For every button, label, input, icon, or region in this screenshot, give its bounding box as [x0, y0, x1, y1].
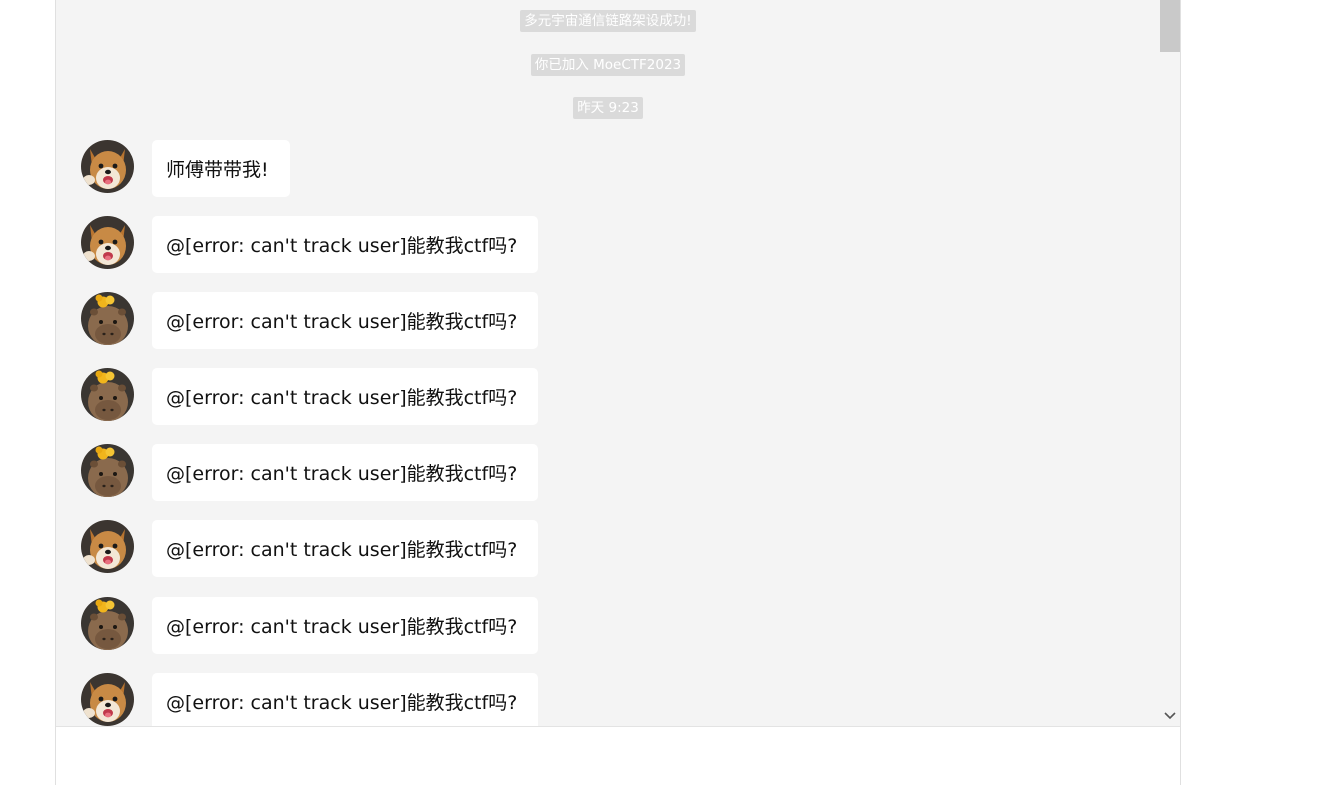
message-bubble[interactable]: @[error: can't track user]能教我ctf吗?: [152, 368, 539, 425]
message-bubble[interactable]: 师傅带带我!: [152, 140, 290, 197]
message-text: @[error: can't track user]能教我ctf吗?: [166, 387, 518, 409]
chevron-down-icon[interactable]: [1160, 706, 1180, 726]
capybara-avatar[interactable]: [81, 444, 134, 497]
shiba-avatar[interactable]: [81, 216, 134, 269]
message-bubble[interactable]: @[error: can't track user]能教我ctf吗?: [152, 597, 539, 654]
message-bubble[interactable]: @[error: can't track user]能教我ctf吗?: [152, 520, 539, 577]
timestamp: 昨天 9:23: [56, 97, 1160, 119]
capybara-avatar[interactable]: [81, 597, 134, 650]
system-notice: 你已加入 MoeCTF2023: [56, 54, 1160, 76]
system-notice-text: 多元宇宙通信链路架设成功!: [520, 10, 696, 32]
chat-window: 多元宇宙通信链路架设成功! 你已加入 MoeCTF2023 昨天 9:23 师傅…: [55, 0, 1181, 785]
capybara-avatar[interactable]: [81, 292, 134, 345]
message-bubble[interactable]: @[error: can't track user]能教我ctf吗?: [152, 444, 539, 501]
message-text: @[error: can't track user]能教我ctf吗?: [166, 235, 518, 257]
message-bubble[interactable]: @[error: can't track user]能教我ctf吗?: [152, 673, 539, 726]
timestamp-text: 昨天 9:23: [573, 97, 643, 119]
message-text: 师傅带带我!: [166, 159, 269, 181]
scrollbar[interactable]: [1160, 0, 1180, 726]
message-text: @[error: can't track user]能教我ctf吗?: [166, 539, 518, 561]
message-input[interactable]: [56, 726, 1180, 785]
message-text: @[error: can't track user]能教我ctf吗?: [166, 692, 518, 714]
message-list[interactable]: 多元宇宙通信链路架设成功! 你已加入 MoeCTF2023 昨天 9:23 师傅…: [56, 0, 1160, 726]
message-bubble[interactable]: @[error: can't track user]能教我ctf吗?: [152, 216, 539, 273]
capybara-avatar[interactable]: [81, 368, 134, 421]
message-text: @[error: can't track user]能教我ctf吗?: [166, 311, 518, 333]
message-text: @[error: can't track user]能教我ctf吗?: [166, 616, 518, 638]
scroll-thumb[interactable]: [1160, 0, 1180, 52]
system-notice-text: 你已加入 MoeCTF2023: [530, 54, 686, 76]
shiba-avatar[interactable]: [81, 673, 134, 726]
system-notice: 多元宇宙通信链路架设成功!: [56, 10, 1160, 32]
shiba-avatar[interactable]: [81, 520, 134, 573]
message-bubble[interactable]: @[error: can't track user]能教我ctf吗?: [152, 292, 539, 349]
shiba-avatar[interactable]: [81, 140, 134, 193]
message-text: @[error: can't track user]能教我ctf吗?: [166, 463, 518, 485]
